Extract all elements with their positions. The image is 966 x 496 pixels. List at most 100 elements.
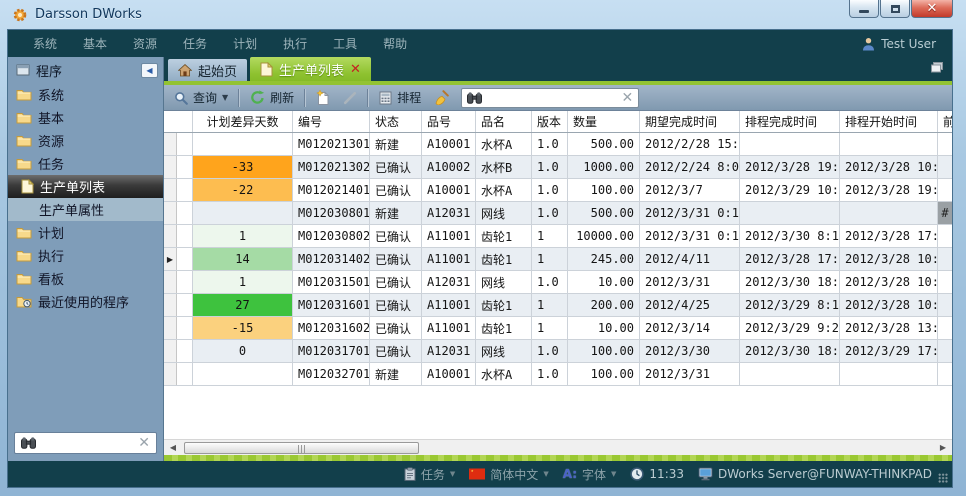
sidebar-item-production-order-list[interactable]: 生产单列表	[8, 175, 163, 198]
column-header-expected-finish[interactable]: 期望完成时间	[640, 111, 740, 132]
table-row[interactable]: ▶14M012031402已确认A11001齿轮11245.002012/4/1…	[164, 248, 952, 271]
row-selector[interactable]	[164, 294, 177, 316]
row-selector[interactable]	[164, 179, 177, 201]
column-header-sched-finish[interactable]: 排程完成时间	[740, 111, 840, 132]
column-header-part-no[interactable]: 品号	[422, 111, 476, 132]
titlebar[interactable]: Darsson DWorks	[0, 0, 966, 29]
row-selector[interactable]	[164, 156, 177, 178]
current-user[interactable]: Test User	[862, 37, 936, 51]
tab-production-order-list[interactable]: 生产单列表✕	[250, 57, 371, 81]
dropdown-caret-icon[interactable]: ▼	[450, 470, 455, 478]
menu-item-help[interactable]: 帮助	[370, 30, 420, 57]
sidebar-item-plan[interactable]: 计划	[8, 221, 163, 244]
column-header-version[interactable]: 版本	[532, 111, 568, 132]
cell-sched-finish: 2012/3/29 10:20	[740, 179, 840, 201]
cell-part-no: A12031	[422, 340, 476, 362]
sidebar-item-tasks[interactable]: 任务	[8, 152, 163, 175]
scroll-right-icon[interactable]: ▶	[936, 443, 950, 452]
row-selector[interactable]	[164, 271, 177, 293]
column-header-extra[interactable]: 前	[938, 111, 952, 132]
cell-sched-start: 2012/3/28 10:52	[840, 271, 938, 293]
column-header-planned-diff-days[interactable]: 计划差异天数	[193, 111, 293, 132]
sidebar-item-recent-programs[interactable]: 最近使用的程序	[8, 290, 163, 313]
toolbar-search-input[interactable]	[487, 91, 616, 105]
table-row[interactable]: 1M012030802已确认A11001齿轮1110000.002012/3/3…	[164, 225, 952, 248]
clear-search-icon[interactable]: ✕	[138, 436, 150, 450]
menu-item-plan[interactable]: 计划	[220, 30, 270, 57]
menu-item-tasks[interactable]: 任务	[170, 30, 220, 57]
table-row[interactable]: -22M012021401已确认A10001水杯A1.0100.002012/3…	[164, 179, 952, 202]
column-header-status[interactable]: 状态	[370, 111, 422, 132]
table-row[interactable]: M012021301新建A10001水杯A1.0500.002012/2/28 …	[164, 133, 952, 156]
sidebar-item-resources[interactable]: 资源	[8, 129, 163, 152]
table-row[interactable]: M012030801新建A12031网线1.0500.002012/3/31 0…	[164, 202, 952, 225]
cell-status: 已确认	[370, 317, 422, 339]
row-selector[interactable]	[164, 363, 177, 385]
column-header-order-no[interactable]: 编号	[293, 111, 370, 132]
cell-version: 1.0	[532, 133, 568, 155]
tab-list-icon[interactable]	[930, 62, 944, 73]
table-row[interactable]: M012032701新建A10001水杯A1.0100.002012/3/31	[164, 363, 952, 386]
scroll-left-icon[interactable]: ◀	[166, 443, 180, 452]
row-selector[interactable]	[164, 317, 177, 339]
collapse-sidebar-button[interactable]: ◀	[141, 63, 158, 78]
grid-header-row: 计划差异天数编号状态品号品名版本数量期望完成时间排程完成时间排程开始时间前	[164, 111, 952, 133]
sidebar-item-system[interactable]: 系统	[8, 83, 163, 106]
column-header-part-name[interactable]: 品名	[476, 111, 532, 132]
sidebar-item-execution[interactable]: 执行	[8, 244, 163, 267]
column-header-quantity[interactable]: 数量	[568, 111, 640, 132]
row-selector[interactable]	[164, 133, 177, 155]
column-header-sched-start[interactable]: 排程开始时间	[840, 111, 938, 132]
dropdown-caret-icon[interactable]: ▼	[611, 470, 616, 478]
table-row[interactable]: 1M012031501已确认A12031网线1.010.002012/3/312…	[164, 271, 952, 294]
tab-strip: 起始页生产单列表✕	[164, 57, 952, 81]
sidebar-item-label: 生产单列表	[40, 177, 105, 196]
cell-extra	[938, 363, 952, 385]
row-selector[interactable]	[164, 202, 177, 224]
main-area: 程序 ◀ 系统基本资源任务生产单列表生产单属性计划执行看板最近使用的程序 ✕ 起…	[8, 57, 952, 461]
refresh-button[interactable]: 刷新	[245, 87, 299, 108]
table-row[interactable]: -33M012021302已确认A10002水杯B1.01000.002012/…	[164, 156, 952, 179]
close-button[interactable]: ✕	[911, 0, 953, 18]
query-button[interactable]: 查询▼	[169, 87, 233, 108]
status-server: DWorks Server@FUNWAY-THINKPAD	[698, 467, 932, 481]
horizontal-scrollbar[interactable]: ◀ ▶	[164, 439, 952, 455]
cell-extra	[938, 225, 952, 247]
sidebar-item-kanban[interactable]: 看板	[8, 267, 163, 290]
sidebar-item-production-order-properties[interactable]: 生产单属性	[8, 198, 163, 221]
status-language[interactable]: 简体中文▼	[469, 466, 548, 483]
table-row[interactable]: 0M012031701已确认A12031网线1.0100.002012/3/30…	[164, 340, 952, 363]
status-tasks[interactable]: 任务▼	[404, 466, 455, 483]
resize-grip[interactable]	[938, 473, 948, 483]
menu-item-basic[interactable]: 基本	[70, 30, 120, 57]
dropdown-caret-icon[interactable]: ▼	[543, 470, 548, 478]
table-row[interactable]: 27M012031601已确认A11001齿轮11200.002012/4/25…	[164, 294, 952, 317]
maximize-button[interactable]	[880, 0, 910, 18]
scrollbar-thumb[interactable]	[184, 442, 419, 454]
cell-planned-diff-days: 14	[193, 248, 293, 270]
refresh-icon	[250, 90, 265, 105]
clear-search-icon[interactable]: ✕	[621, 91, 633, 105]
sidebar-search-input[interactable]	[41, 436, 133, 450]
row-selector[interactable]	[164, 340, 177, 362]
menu-item-execution[interactable]: 执行	[270, 30, 320, 57]
clear-button[interactable]	[429, 88, 454, 107]
cell-status: 新建	[370, 202, 422, 224]
menu-item-system[interactable]: 系统	[20, 30, 70, 57]
table-row[interactable]: -15M012031602已确认A11001齿轮1110.002012/3/14…	[164, 317, 952, 340]
cell-part-name: 齿轮1	[476, 294, 532, 316]
cell-sched-finish: 2012/3/30 8:15	[740, 225, 840, 247]
row-selector[interactable]	[164, 225, 177, 247]
sidebar-item-basic[interactable]: 基本	[8, 106, 163, 129]
new-button[interactable]	[311, 88, 335, 107]
minimize-button[interactable]	[849, 0, 879, 18]
tab-start-page[interactable]: 起始页	[168, 59, 247, 81]
menu-item-resources[interactable]: 资源	[120, 30, 170, 57]
close-tab-icon[interactable]: ✕	[350, 63, 361, 76]
status-font[interactable]: A:字体▼	[563, 466, 617, 483]
schedule-button[interactable]: 排程	[374, 87, 426, 108]
cell-version: 1.0	[532, 202, 568, 224]
row-selector[interactable]: ▶	[164, 248, 177, 270]
menu-item-tools[interactable]: 工具	[320, 30, 370, 57]
edit-button[interactable]	[338, 89, 362, 107]
